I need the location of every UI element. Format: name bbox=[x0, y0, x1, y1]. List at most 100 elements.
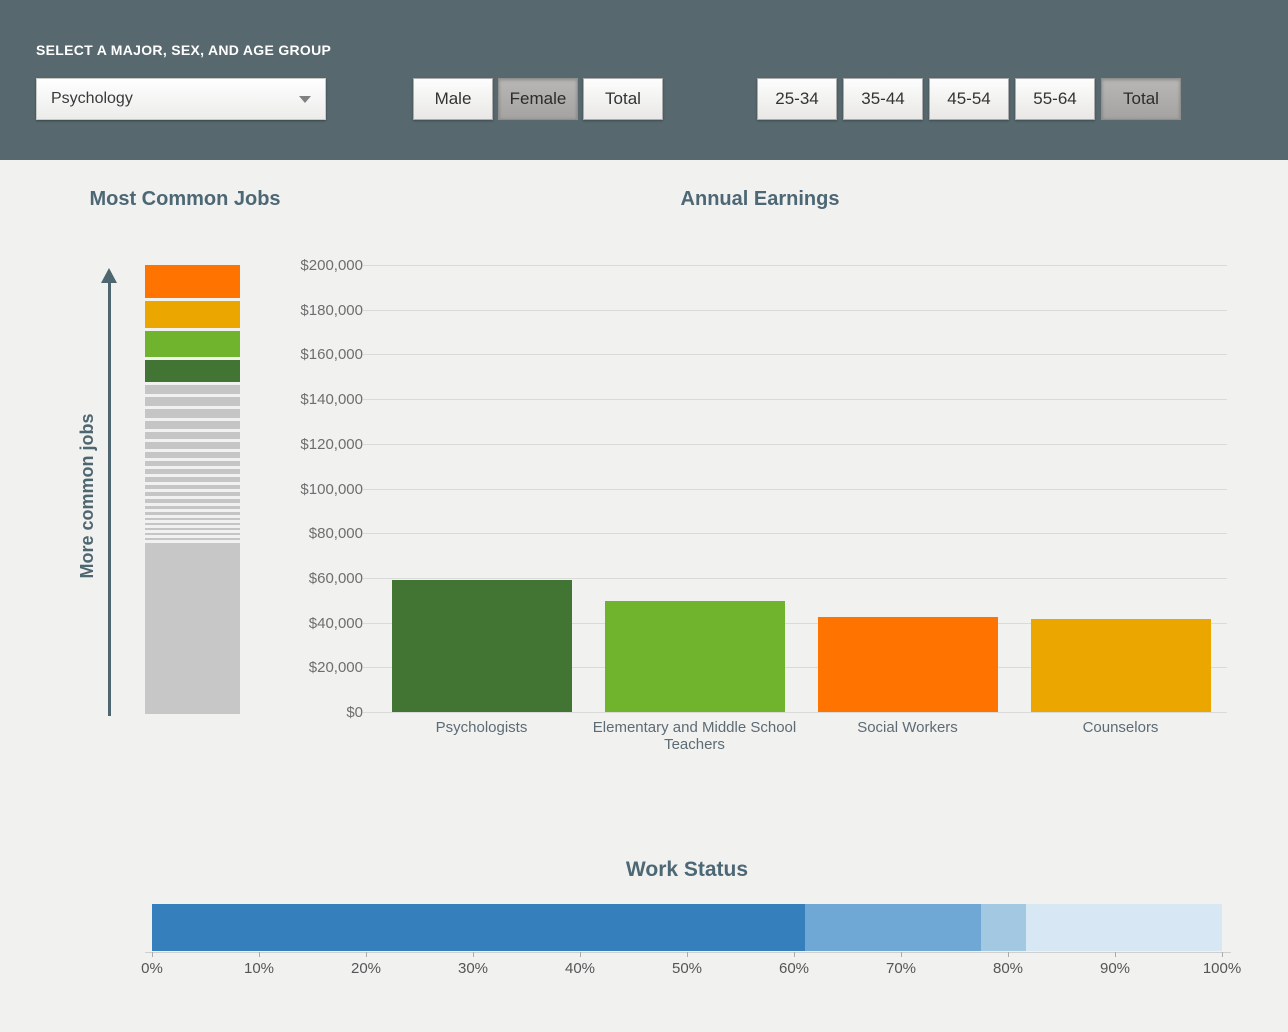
earnings-bar-social-workers bbox=[818, 617, 998, 712]
work-status-axis-ticks bbox=[152, 952, 1222, 958]
sex-button-total[interactable]: Total bbox=[583, 78, 663, 120]
earnings-gridline bbox=[363, 489, 1227, 490]
jobs-segment-psychologists bbox=[145, 360, 240, 382]
work-status-segment-4 bbox=[1026, 904, 1222, 951]
age-button-35-44[interactable]: 35-44 bbox=[843, 78, 923, 120]
work-status-tick bbox=[366, 952, 367, 957]
earnings-gridline bbox=[363, 310, 1227, 311]
earnings-y-tick-label: $140,000 bbox=[255, 391, 363, 408]
earnings-gridline bbox=[363, 265, 1227, 266]
arrow-line bbox=[108, 280, 111, 716]
jobs-segment-other bbox=[145, 518, 240, 521]
jobs-segment-other bbox=[145, 485, 240, 489]
earnings-bar-elementary-and-middle-school-teachers bbox=[605, 601, 785, 712]
work-status-tick bbox=[152, 952, 153, 957]
work-status-tick-label: 20% bbox=[331, 960, 401, 977]
earnings-y-tick-label: $200,000 bbox=[255, 257, 363, 274]
jobs-segment-other bbox=[145, 461, 240, 466]
work-status-tick bbox=[794, 952, 795, 957]
earnings-gridline bbox=[363, 578, 1227, 579]
most-common-jobs-title: Most Common Jobs bbox=[60, 188, 310, 211]
earnings-gridline bbox=[363, 444, 1227, 445]
jobs-stacked-bar bbox=[145, 265, 240, 714]
work-status-stacked-bar bbox=[152, 904, 1222, 951]
jobs-segment-other-remainder bbox=[145, 543, 240, 714]
earnings-y-tick-label: $0 bbox=[255, 704, 363, 721]
major-dropdown-value: Psychology bbox=[51, 79, 133, 119]
earnings-category-labels: PsychologistsElementary and Middle Schoo… bbox=[375, 719, 1227, 763]
sex-button-group: MaleFemaleTotal bbox=[413, 78, 663, 120]
jobs-segment-other bbox=[145, 506, 240, 509]
jobs-segment-other bbox=[145, 512, 240, 515]
work-status-segment-3 bbox=[981, 904, 1026, 951]
jobs-segment-other bbox=[145, 523, 240, 525]
work-status-tick-label: 10% bbox=[224, 960, 294, 977]
work-status-tick-label: 80% bbox=[973, 960, 1043, 977]
earnings-bar-counselors bbox=[1031, 619, 1211, 712]
jobs-segment-other bbox=[145, 538, 240, 540]
jobs-segment-other bbox=[145, 528, 240, 530]
earnings-bar-psychologists bbox=[392, 580, 572, 712]
selection-prompt-label: SELECT A MAJOR, SEX, AND AGE GROUP bbox=[36, 42, 331, 58]
earnings-gridline bbox=[363, 399, 1227, 400]
earnings-gridline bbox=[363, 533, 1227, 534]
jobs-segment-other bbox=[145, 432, 240, 439]
age-button-total[interactable]: Total bbox=[1101, 78, 1181, 120]
dropdown-arrow-icon bbox=[299, 96, 311, 103]
work-status-tick bbox=[687, 952, 688, 957]
sex-button-female[interactable]: Female bbox=[498, 78, 578, 120]
earnings-category-label-social-workers: Social Workers bbox=[798, 719, 1018, 736]
earnings-y-tick-label: $160,000 bbox=[255, 346, 363, 363]
jobs-segment-other bbox=[145, 469, 240, 474]
major-dropdown[interactable]: Psychology bbox=[36, 78, 326, 120]
earnings-y-tick-label: $100,000 bbox=[255, 481, 363, 498]
earnings-y-tick-label: $20,000 bbox=[255, 659, 363, 676]
work-status-tick-label: 40% bbox=[545, 960, 615, 977]
earnings-y-tick-label: $120,000 bbox=[255, 436, 363, 453]
work-status-segment-2 bbox=[805, 904, 982, 951]
earnings-gridline bbox=[363, 712, 1227, 713]
more-common-jobs-axis-label: More common jobs bbox=[77, 346, 99, 646]
earnings-y-tick-label: $180,000 bbox=[255, 302, 363, 319]
work-status-tick-label: 0% bbox=[117, 960, 187, 977]
work-status-tick bbox=[473, 952, 474, 957]
jobs-segment-other bbox=[145, 442, 240, 449]
work-status-tick bbox=[1008, 952, 1009, 957]
jobs-segment-other bbox=[145, 385, 240, 394]
earnings-y-tick-label: $60,000 bbox=[255, 570, 363, 587]
work-status-tick bbox=[580, 952, 581, 957]
work-status-tick-label: 60% bbox=[759, 960, 829, 977]
age-button-25-34[interactable]: 25-34 bbox=[757, 78, 837, 120]
earnings-y-tick-label: $80,000 bbox=[255, 525, 363, 542]
jobs-segment-other bbox=[145, 533, 240, 535]
jobs-segment-other bbox=[145, 397, 240, 406]
earnings-gridline bbox=[363, 354, 1227, 355]
work-status-tick-label: 90% bbox=[1080, 960, 1150, 977]
work-status-title: Work Status bbox=[487, 858, 887, 882]
earnings-y-axis-labels: $200,000$180,000$160,000$140,000$120,000… bbox=[255, 265, 363, 712]
sex-button-male[interactable]: Male bbox=[413, 78, 493, 120]
jobs-segment-social-workers bbox=[145, 265, 240, 298]
jobs-segment-other bbox=[145, 421, 240, 429]
work-status-tick-label: 100% bbox=[1187, 960, 1257, 977]
age-button-45-54[interactable]: 45-54 bbox=[929, 78, 1009, 120]
selection-header: SELECT A MAJOR, SEX, AND AGE GROUP Psych… bbox=[0, 0, 1288, 160]
more-common-jobs-arrow bbox=[100, 268, 118, 718]
jobs-segment-other bbox=[145, 409, 240, 418]
work-status-segment-1 bbox=[152, 904, 805, 951]
earnings-plot-area bbox=[375, 265, 1227, 712]
work-status-tick bbox=[259, 952, 260, 957]
age-button-group: 25-3435-4445-5455-64Total bbox=[757, 78, 1181, 120]
age-button-55-64[interactable]: 55-64 bbox=[1015, 78, 1095, 120]
work-status-tick bbox=[901, 952, 902, 957]
work-status-tick bbox=[1115, 952, 1116, 957]
jobs-segment-other bbox=[145, 492, 240, 496]
work-status-tick bbox=[1222, 952, 1223, 957]
jobs-segment-elementary-and-middle-school-teachers bbox=[145, 331, 240, 357]
work-status-tick-label: 50% bbox=[652, 960, 722, 977]
jobs-segment-other bbox=[145, 452, 240, 458]
earnings-category-label-counselors: Counselors bbox=[1011, 719, 1231, 736]
earnings-y-tick-label: $40,000 bbox=[255, 615, 363, 632]
work-status-axis-labels: 0%10%20%30%40%50%60%70%80%90%100% bbox=[152, 960, 1222, 980]
earnings-category-label-psychologists: Psychologists bbox=[372, 719, 592, 736]
